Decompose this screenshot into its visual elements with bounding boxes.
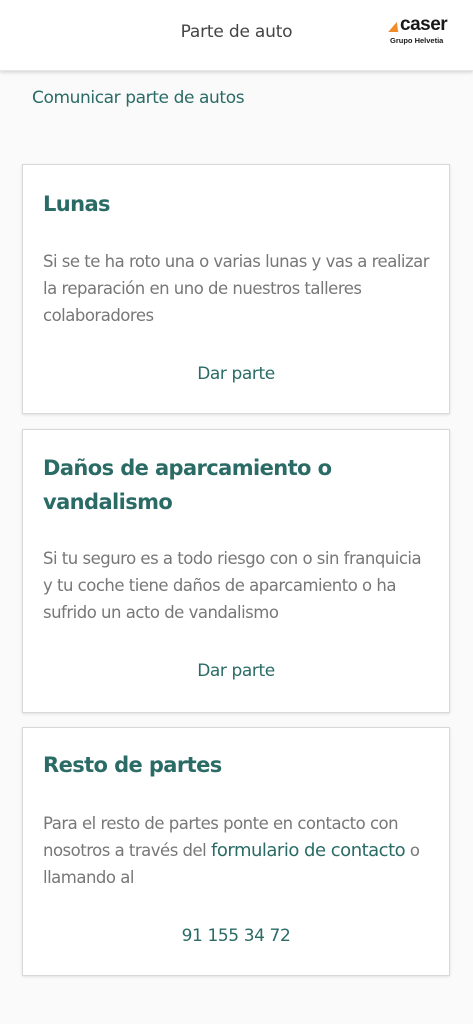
card-title: Lunas	[43, 192, 111, 216]
card-description: Si tu seguro es a todo riesgo con o sin …	[43, 549, 422, 622]
claim-card-parking-vandalism: Daños de aparcamiento o vandalismo Si tu…	[22, 429, 450, 713]
contact-form-link[interactable]: formulario de contacto	[211, 840, 406, 861]
card-title: Daños de aparcamiento o vandalismo	[43, 456, 332, 514]
logo-wordmark: caser	[400, 14, 448, 35]
claim-card-other: Resto de partes Para el resto de partes …	[22, 727, 450, 976]
logo-subtitle: Grupo Helvetia	[390, 36, 444, 45]
report-parking-vandalism-button[interactable]: Dar parte	[23, 661, 449, 681]
caser-logo: caser Grupo Helvetia	[388, 14, 452, 48]
report-auto-claim-link[interactable]: Comunicar parte de autos	[32, 88, 245, 108]
card-description: Si se te ha roto una o varias lunas y va…	[43, 252, 430, 325]
phone-number-link[interactable]: 91 155 34 72	[23, 926, 449, 946]
app-header: Parte de auto caser Grupo Helvetia	[0, 0, 473, 71]
claim-card-lunas: Lunas Si se te ha roto una o varias luna…	[22, 164, 450, 414]
card-description: Para el resto de partes ponte en contact…	[43, 810, 435, 891]
report-lunas-button[interactable]: Dar parte	[23, 364, 449, 384]
card-title: Resto de partes	[43, 753, 222, 777]
